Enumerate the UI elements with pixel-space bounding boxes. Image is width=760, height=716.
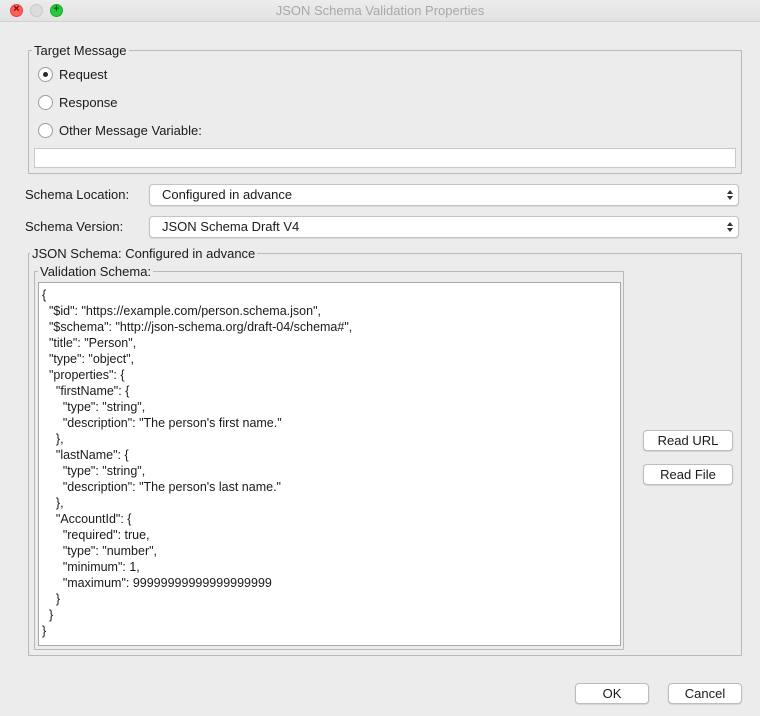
radio-request-label: Request (59, 66, 108, 82)
schema-version-label: Schema Version: (25, 219, 124, 234)
read-file-button[interactable]: Read File (643, 464, 733, 485)
other-variable-input[interactable] (34, 148, 736, 168)
radio-response[interactable]: Response (38, 93, 118, 111)
schema-content[interactable]: { "$id": "https://example.com/person.sch… (39, 283, 620, 639)
radio-other-variable[interactable]: Other Message Variable: (38, 121, 202, 139)
cancel-button[interactable]: Cancel (668, 683, 742, 704)
validation-schema-legend: Validation Schema: (40, 264, 152, 279)
chevron-updown-icon (725, 219, 734, 235)
schema-version-value: JSON Schema Draft V4 (162, 219, 300, 234)
radio-request-button[interactable] (38, 66, 53, 82)
read-url-button[interactable]: Read URL (643, 430, 733, 451)
radio-other-variable-button[interactable] (38, 122, 53, 138)
radio-response-label: Response (59, 94, 118, 110)
radio-request[interactable]: Request (38, 65, 107, 83)
ok-button[interactable]: OK (575, 683, 649, 704)
schema-location-value: Configured in advance (162, 187, 293, 202)
chevron-updown-icon (725, 187, 734, 203)
radio-response-button[interactable] (38, 94, 53, 110)
target-message-legend: Target Message (34, 43, 127, 58)
window-title: JSON Schema Validation Properties (275, 3, 485, 18)
json-schema-legend: JSON Schema: Configured in advance (32, 246, 256, 261)
title-bar: × + JSON Schema Validation Properties (0, 0, 760, 22)
radio-other-variable-label: Other Message Variable: (59, 122, 202, 138)
schema-location-label: Schema Location: (25, 187, 130, 202)
schema-textarea[interactable]: { "$id": "https://example.com/person.sch… (38, 282, 621, 646)
schema-version-select[interactable]: JSON Schema Draft V4 (149, 216, 739, 238)
schema-location-select[interactable]: Configured in advance (149, 184, 739, 206)
